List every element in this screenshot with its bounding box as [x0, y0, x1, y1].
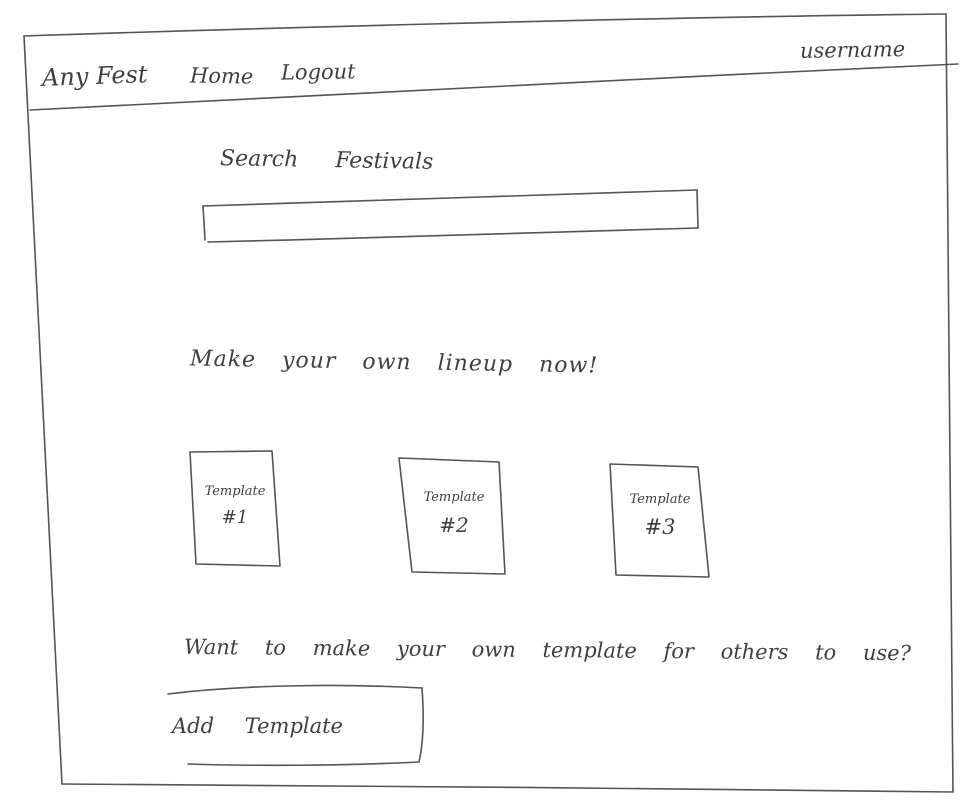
template-card-label: Template [629, 492, 691, 507]
username-label[interactable]: username [800, 37, 906, 63]
search-input[interactable] [206, 196, 694, 230]
add-template-button-label: Add Template [172, 714, 343, 738]
nav-link-logout[interactable]: Logout [281, 59, 356, 84]
lineup-promo-text: Make your own lineup now! [189, 346, 599, 379]
template-card-number: #1 [221, 507, 249, 528]
template-card-2[interactable]: Template #2 [402, 490, 506, 537]
template-card-number: #3 [644, 515, 676, 539]
template-card-number: #2 [439, 513, 469, 537]
template-card-label: Template [423, 490, 485, 505]
template-card-3[interactable]: Template #3 [612, 492, 708, 539]
template-card-label: Template [204, 484, 266, 499]
brand-logo[interactable]: Any Fest [42, 60, 148, 92]
nav-link-home[interactable]: Home [190, 63, 254, 88]
sketch-outlines [23, 13, 959, 793]
search-heading: Search Festivals [219, 146, 434, 175]
template-card-1[interactable]: Template #1 [190, 484, 280, 528]
contribute-prompt-text: Want to make your own template for other… [183, 634, 912, 666]
add-template-button[interactable]: Add Template [166, 686, 424, 762]
